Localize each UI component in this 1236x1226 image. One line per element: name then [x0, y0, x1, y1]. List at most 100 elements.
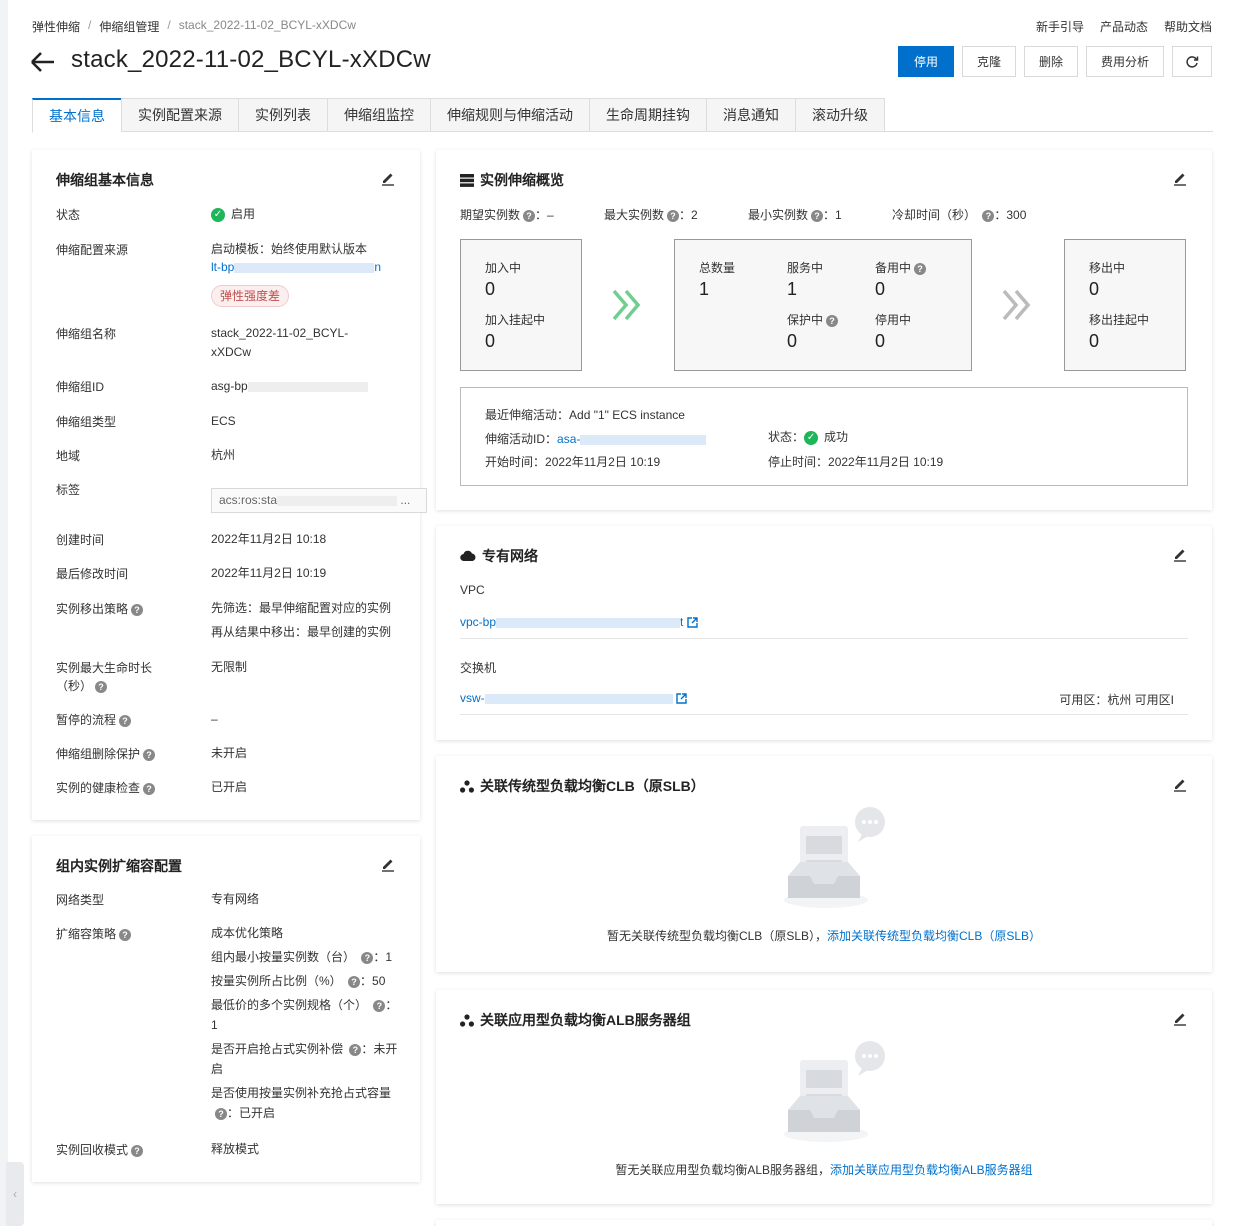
- tab-lifecycle-hooks[interactable]: 生命周期挂钩: [589, 98, 706, 132]
- product-news-link[interactable]: 产品动态: [1100, 18, 1148, 35]
- delete-button[interactable]: 删除: [1023, 46, 1078, 77]
- card-title: 关联传统型负载均衡CLB（原SLB）: [460, 776, 705, 796]
- help-icon[interactable]: ?: [349, 1043, 362, 1056]
- paused-process-text: 暂停的流程: [56, 713, 117, 727]
- config-source-label: 伸缩配置来源: [56, 243, 129, 257]
- collapse-sidebar-button[interactable]: ‹: [6, 1162, 24, 1226]
- breadcrumb-scaling-groups[interactable]: 伸缩组管理: [99, 18, 159, 35]
- modified-label: 最后修改时间: [56, 567, 129, 581]
- help-icon[interactable]: ?: [348, 975, 361, 988]
- removing-hook-label: 移出挂起中: [1089, 313, 1150, 327]
- group-name-value-1: stack_2022-11-02_BCYL-: [211, 326, 349, 340]
- server-icon: [460, 173, 474, 187]
- back-arrow-icon[interactable]: [30, 50, 56, 74]
- on-demand-ratio-line: 按量实例所占比例（%） ? ：50: [211, 971, 385, 991]
- paused-process-value: –: [211, 712, 218, 726]
- basic-info-card: 伸缩组基本信息 状态 ✓ 启用 伸缩配置来源 启动模板：始终使用默认版本 lt-b…: [32, 150, 427, 820]
- breadcrumb-separator: /: [167, 18, 171, 32]
- redacted-id: [247, 381, 368, 392]
- vpc-id-tail[interactable]: t: [680, 615, 683, 629]
- vpc-link[interactable]: vpc-bp t: [460, 615, 698, 629]
- page-title: stack_2022-11-02_BCYL-xXDCw: [71, 46, 431, 73]
- help-icon[interactable]: ?: [373, 999, 386, 1012]
- external-link-icon[interactable]: [687, 617, 698, 629]
- breadcrumb-separator: /: [88, 18, 92, 32]
- max-lifetime-label-2-text: （秒）: [56, 679, 93, 693]
- help-icon[interactable]: ?: [361, 951, 374, 964]
- edit-icon[interactable]: [1172, 546, 1188, 562]
- help-icon[interactable]: ?: [914, 262, 927, 275]
- edit-icon[interactable]: [1172, 170, 1188, 186]
- redacted-id: [496, 617, 681, 628]
- help-icon[interactable]: ?: [982, 209, 995, 222]
- help-icon[interactable]: ?: [95, 680, 108, 693]
- on-demand-fallback-value: ：已开启: [227, 1106, 276, 1120]
- redacted-id: [580, 434, 707, 445]
- disable-button[interactable]: 停用: [897, 46, 954, 77]
- max-size-label: 最大实例数: [604, 208, 665, 222]
- clone-button[interactable]: 克隆: [961, 46, 1016, 77]
- help-icon[interactable]: ?: [143, 782, 156, 795]
- add-clb-link[interactable]: 添加关联传统型负载均衡CLB（原SLB）: [827, 929, 1041, 943]
- guide-link[interactable]: 新手引导: [1036, 18, 1084, 35]
- redacted-id: [234, 262, 375, 273]
- tab-instance-list[interactable]: 实例列表: [238, 98, 327, 132]
- vswitch-id[interactable]: vsw-: [460, 691, 485, 705]
- health-check-value: 已开启: [211, 780, 248, 794]
- header-actions: 停用 克隆 删除 费用分析: [897, 46, 1212, 77]
- activity-end-label: 停止时间：: [768, 455, 829, 469]
- help-icon[interactable]: ?: [143, 748, 156, 761]
- recycle-mode-text: 实例回收模式: [56, 1143, 129, 1157]
- edit-icon[interactable]: [380, 170, 396, 186]
- double-chevron-right-icon: [612, 289, 641, 321]
- recycle-mode-value: 释放模式: [211, 1142, 260, 1156]
- left-sidebar-strip: [0, 0, 8, 1226]
- activity-id: 伸缩活动ID：asa-: [485, 430, 707, 447]
- tab-rules-activities[interactable]: 伸缩规则与伸缩活动: [430, 98, 589, 132]
- help-icon[interactable]: ?: [811, 209, 824, 222]
- tab-notifications[interactable]: 消息通知: [706, 98, 795, 132]
- help-icon[interactable]: ?: [667, 209, 680, 222]
- card-title: 实例伸缩概览: [460, 170, 564, 190]
- breadcrumb-elastic-scaling[interactable]: 弹性伸缩: [32, 18, 80, 35]
- launch-template-link[interactable]: lt-bp n: [211, 257, 381, 277]
- launch-template-id-tail[interactable]: n: [374, 260, 381, 274]
- status-text: 启用: [231, 207, 256, 221]
- edit-icon[interactable]: [1172, 1010, 1188, 1026]
- edit-icon[interactable]: [380, 856, 396, 872]
- deletion-protection-text: 伸缩组删除保护: [56, 747, 141, 761]
- activity-start-value: 2022年11月2日 10:19: [545, 455, 661, 469]
- max-size-value: 2: [691, 208, 698, 222]
- external-link-icon[interactable]: [676, 693, 687, 705]
- vswitch-link[interactable]: vsw-: [460, 691, 687, 705]
- help-icon[interactable]: ?: [119, 928, 132, 941]
- launch-template-id[interactable]: lt-bp: [211, 260, 234, 274]
- protected-label: 保护中?: [787, 311, 839, 328]
- tab-rolling-upgrade[interactable]: 滚动升级: [795, 98, 885, 132]
- tab-instance-config-source[interactable]: 实例配置来源: [121, 98, 238, 132]
- help-icon[interactable]: ?: [826, 314, 839, 327]
- card-title: 专有网络: [460, 546, 538, 566]
- deletion-protection-value: 未开启: [211, 746, 248, 760]
- help-icon[interactable]: ?: [131, 1144, 144, 1157]
- activity-end: 停止时间：2022年11月2日 10:19: [768, 453, 943, 470]
- help-icon[interactable]: ?: [215, 1107, 227, 1120]
- help-docs-link[interactable]: 帮助文档: [1164, 18, 1212, 35]
- tab-monitoring[interactable]: 伸缩组监控: [327, 98, 430, 132]
- add-alb-link[interactable]: 添加关联应用型负载均衡ALB服务器组: [830, 1163, 1033, 1177]
- help-icon[interactable]: ?: [131, 603, 144, 616]
- vpc-id[interactable]: vpc-bp: [460, 615, 496, 629]
- refresh-button[interactable]: [1172, 46, 1212, 77]
- total-label: 总数量: [699, 261, 736, 275]
- cost-analysis-button[interactable]: 费用分析: [1085, 46, 1164, 77]
- help-icon[interactable]: ?: [523, 209, 536, 222]
- redacted-tag: [277, 495, 398, 506]
- cooldown-label: 冷却时间（秒）: [892, 208, 977, 222]
- tag-chip[interactable]: acs:ros:sta ...: [211, 488, 427, 513]
- double-chevron-right-icon: [1002, 289, 1031, 321]
- zone: 可用区：杭州 可用区I: [1059, 691, 1174, 708]
- activity-id-link[interactable]: asa-: [557, 432, 580, 446]
- help-icon[interactable]: ?: [119, 714, 132, 727]
- tab-basic-info[interactable]: 基本信息: [32, 98, 121, 133]
- edit-icon[interactable]: [1172, 776, 1188, 792]
